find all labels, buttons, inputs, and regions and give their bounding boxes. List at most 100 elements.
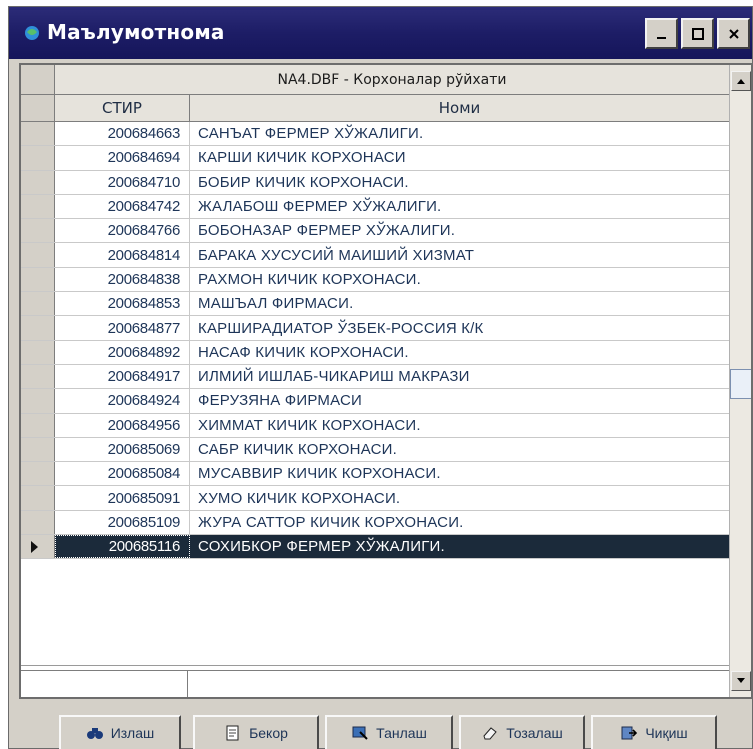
row-indicator[interactable] — [21, 194, 55, 219]
row-indicator[interactable] — [21, 243, 55, 267]
cell-stir[interactable]: 200684694 — [55, 146, 190, 170]
select-button-label: Танлаш — [376, 725, 427, 741]
row-indicator[interactable] — [21, 364, 55, 389]
cell-nomi[interactable]: БАРАКА ХУСУСИЙ МАИШИЙ ХИЗМАТ — [190, 243, 729, 266]
cell-stir[interactable]: 200685116 — [55, 535, 190, 559]
search-button-label: Излаш — [110, 725, 155, 741]
table-row[interactable]: 200685116 СОХИБКОР ФЕРМЕР ХЎЖАЛИГИ. — [21, 535, 729, 560]
records-grid[interactable]: NA4.DBF - Корхоналар рўйхати СТИР Номи 2… — [19, 63, 753, 699]
cell-stir[interactable]: 200684663 — [55, 122, 190, 146]
cell-stir[interactable]: 200684917 — [55, 364, 190, 389]
table-row[interactable]: 200684838 РАХМОН КИЧИК КОРХОНАСИ. — [21, 267, 729, 293]
vertical-scrollbar[interactable] — [729, 65, 751, 697]
cell-nomi[interactable]: ИЛМИЙ ИШЛАБ-ЧИКАРИШ МАКРАЗИ — [190, 365, 729, 388]
cell-stir[interactable]: 200684853 — [55, 292, 190, 316]
table-row[interactable]: 200684742 ЖАЛАБОШ ФЕРМЕР ХЎЖАЛИГИ. — [21, 194, 729, 220]
cell-nomi[interactable]: БОБИР КИЧИК КОРХОНАСИ. — [190, 171, 729, 194]
cell-nomi[interactable]: ЖАЛАБОШ ФЕРМЕР ХЎЖАЛИГИ. — [190, 195, 729, 218]
cell-stir[interactable]: 200684742 — [55, 194, 190, 219]
cancel-button[interactable]: Бекор — [193, 715, 319, 749]
cell-nomi[interactable]: МАШЪАЛ ФИРМАСИ. — [190, 292, 729, 315]
cell-stir[interactable]: 200684877 — [55, 316, 190, 340]
row-indicator[interactable] — [21, 510, 55, 535]
grid-rows: 200684663 САНЪАТ ФЕРМЕР ХЎЖАЛИГИ. 20068469… — [21, 122, 729, 560]
table-row[interactable]: 200685084 МУСАВВИР КИЧИК КОРХОНАСИ. — [21, 462, 729, 487]
cell-nomi[interactable]: ЖУРА САТТОР КИЧИК КОРХОНАСИ. — [190, 511, 729, 534]
table-row[interactable]: 200685091 ХУМО КИЧИК КОРХОНАСИ. — [21, 486, 729, 511]
select-button[interactable]: Танлаш — [325, 715, 453, 749]
cell-stir[interactable]: 200684838 — [55, 267, 190, 292]
row-indicator[interactable] — [21, 122, 55, 146]
row-indicator[interactable] — [21, 219, 55, 243]
cell-nomi[interactable]: САНЪАТ ФЕРМЕР ХЎЖАЛИГИ. — [190, 122, 729, 145]
scroll-down-button[interactable] — [731, 671, 751, 691]
row-indicator[interactable] — [21, 462, 55, 486]
row-indicator[interactable] — [21, 437, 55, 462]
cell-nomi[interactable]: ФЕРУЗЯНА ФИРМАСИ — [190, 389, 729, 412]
cell-stir[interactable]: 200685091 — [55, 486, 190, 510]
cell-stir[interactable]: 200684924 — [55, 389, 190, 413]
grid-footer-row — [21, 665, 729, 697]
table-row[interactable]: 200684694 КАРШИ КИЧИК КОРХОНАСИ — [21, 146, 729, 171]
close-button[interactable] — [717, 18, 750, 49]
table-row[interactable]: 200684877 КАРШИРАДИАТОР ЎЗБЕК-РОССИЯ К/К — [21, 316, 729, 341]
row-indicator[interactable] — [21, 316, 55, 340]
cell-stir[interactable]: 200684814 — [55, 243, 190, 267]
minimize-button[interactable] — [645, 18, 678, 49]
table-row[interactable]: 200685069 САБР КИЧИК КОРХОНАСИ. — [21, 437, 729, 463]
cell-stir[interactable]: 200684892 — [55, 340, 190, 364]
cell-nomi[interactable]: СОХИБКОР ФЕРМЕР ХЎЖАЛИГИ. — [190, 535, 729, 559]
caption-indicator — [21, 65, 55, 95]
cell-stir[interactable]: 200685069 — [55, 437, 190, 462]
row-indicator[interactable] — [21, 146, 55, 170]
cell-nomi[interactable]: КАРШИРАДИАТОР ЎЗБЕК-РОССИЯ К/К — [190, 316, 729, 339]
row-indicator[interactable] — [21, 170, 55, 194]
cell-nomi[interactable]: НАСАФ КИЧИК КОРХОНАСИ. — [190, 341, 729, 364]
grid-caption: NA4.DBF - Корхоналар рўйхати — [55, 65, 729, 95]
cell-stir[interactable]: 200684766 — [55, 219, 190, 243]
row-indicator[interactable] — [21, 340, 55, 364]
table-row[interactable]: 200684917 ИЛМИЙ ИШЛАБ-ЧИКАРИШ МАКРАЗИ — [21, 364, 729, 390]
row-indicator[interactable] — [21, 486, 55, 510]
cell-nomi[interactable]: ХУМО КИЧИК КОРХОНАСИ. — [190, 486, 729, 509]
scroll-thumb[interactable] — [730, 369, 751, 399]
table-row[interactable]: 200684956 ХИММАТ КИЧИК КОРХОНАСИ. — [21, 413, 729, 438]
column-header-nomi[interactable]: Номи — [190, 95, 729, 122]
row-indicator[interactable] — [21, 389, 55, 413]
title-bar[interactable]: Маълумотнома — [9, 7, 752, 59]
table-row[interactable]: 200684710 БОБИР КИЧИК КОРХОНАСИ. — [21, 170, 729, 195]
column-header-stir[interactable]: СТИР — [55, 95, 190, 122]
exit-button[interactable]: Чиқиш — [591, 715, 717, 749]
table-row[interactable]: 200684924 ФЕРУЗЯНА ФИРМАСИ — [21, 389, 729, 414]
grid-caption-row: NA4.DBF - Корхоналар рўйхати — [21, 65, 729, 95]
cell-stir[interactable]: 200685084 — [55, 462, 190, 486]
cell-nomi[interactable]: РАХМОН КИЧИК КОРХОНАСИ. — [190, 268, 729, 291]
cell-nomi[interactable]: МУСАВВИР КИЧИК КОРХОНАСИ. — [190, 462, 729, 485]
cell-nomi[interactable]: БОБОНАЗАР ФЕРМЕР ХЎЖАЛИГИ. — [190, 219, 729, 242]
action-buttons: Излаш Бекор Танлаш Тозалаш Чиқиш — [59, 715, 749, 749]
table-row[interactable]: 200684892 НАСАФ КИЧИК КОРХОНАСИ. — [21, 340, 729, 365]
table-row[interactable]: 200684853 МАШЪАЛ ФИРМАСИ. — [21, 292, 729, 317]
scroll-up-button[interactable] — [731, 71, 751, 91]
cell-nomi[interactable]: САБР КИЧИК КОРХОНАСИ. — [190, 438, 729, 461]
maximize-button[interactable] — [681, 18, 714, 49]
cell-nomi[interactable]: ХИММАТ КИЧИК КОРХОНАСИ. — [190, 414, 729, 437]
clear-button[interactable]: Тозалаш — [459, 715, 585, 749]
table-row[interactable]: 200684766 БОБОНАЗАР ФЕРМЕР ХЎЖАЛИГИ. — [21, 219, 729, 244]
search-button[interactable]: Излаш — [59, 715, 181, 749]
row-indicator[interactable] — [21, 267, 55, 292]
select-icon — [351, 724, 369, 742]
cell-stir[interactable]: 200684956 — [55, 413, 190, 437]
row-indicator[interactable] — [21, 413, 55, 437]
cell-stir[interactable]: 200685109 — [55, 510, 190, 535]
cell-nomi[interactable]: КАРШИ КИЧИК КОРХОНАСИ — [190, 146, 729, 169]
cell-stir[interactable]: 200684710 — [55, 170, 190, 194]
maximize-icon — [691, 27, 704, 40]
row-indicator[interactable] — [21, 292, 55, 316]
table-row[interactable]: 200684663 САНЪАТ ФЕРМЕР ХЎЖАЛИГИ. — [21, 122, 729, 147]
table-row[interactable]: 200685109 ЖУРА САТТОР КИЧИК КОРХОНАСИ. — [21, 510, 729, 536]
table-row[interactable]: 200684814 БАРАКА ХУСУСИЙ МАИШИЙ ХИЗМАТ — [21, 243, 729, 268]
row-indicator[interactable] — [21, 535, 55, 559]
header-indicator — [21, 95, 55, 122]
binoculars-icon — [86, 724, 104, 742]
